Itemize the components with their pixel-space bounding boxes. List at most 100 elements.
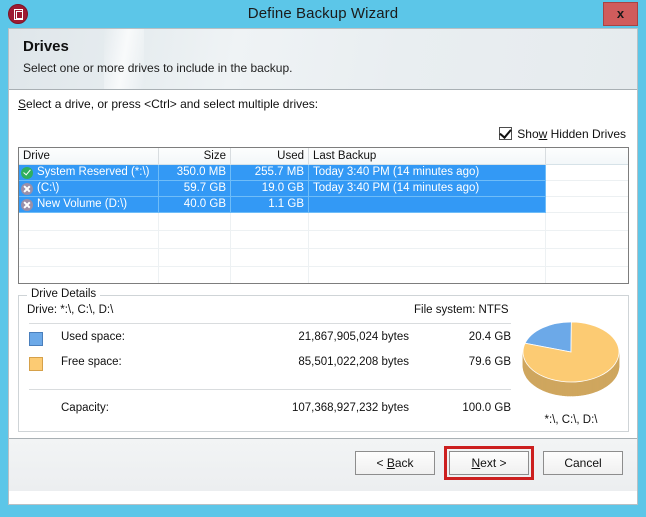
used-space-row: Used space: 21,867,905,024 bytes 20.4 GB [19,329,519,349]
drive-name-label: New Volume (D:\) [37,198,128,210]
cell-empty [159,267,231,283]
cell-empty [159,231,231,249]
window-title: Define Backup Wizard [247,5,399,22]
drive-name-label: (C:\) [37,182,60,194]
cell-empty [19,231,159,249]
table-row[interactable]: System Reserved (*:\) 350.0 MB 255.7 MB Tod… [19,165,628,181]
used-space-label: Used space: [61,331,125,343]
free-space-row: Free space: 85,501,022,208 bytes 79.6 GB [19,354,519,374]
cell-empty [546,213,628,231]
page-subtitle: Select one or more drives to include in … [23,61,293,75]
free-space-gb: 79.6 GB [468,356,511,368]
title-bar: Define Backup Wizard x [0,0,646,28]
cell-used: 255.7 MB [231,165,309,181]
cell-size: 350.0 MB [159,165,231,181]
instruction-accel: S [18,97,27,111]
column-header-last-backup[interactable]: Last Backup [309,148,546,164]
cell-empty [309,249,546,267]
drive-list-rows: System Reserved (*:\) 350.0 MB 255.7 MB Tod… [19,165,628,283]
table-row[interactable]: New Volume (D:\) 40.0 GB 1.1 GB [19,197,628,213]
column-header-spacer [546,148,628,164]
pie-chart-caption: *:\, C:\, D:\ [544,414,598,426]
capacity-label: Capacity: [61,402,109,414]
back-button[interactable]: < Back [355,451,435,475]
cell-empty [546,267,628,283]
cell-last-backup: Today 3:40 PM (14 minutes ago) [309,181,546,197]
check-circle-icon [21,166,33,179]
next-button[interactable]: Next > [449,451,529,475]
cell-used: 1.1 GB [231,197,309,213]
define-backup-wizard-window: Define Backup Wizard x Drives Select one… [0,0,646,517]
table-row-empty [19,231,628,249]
client-area: Drives Select one or more drives to incl… [8,28,638,505]
free-space-swatch-icon [29,357,43,371]
column-header-used[interactable]: Used [231,148,309,164]
table-row-empty [19,249,628,267]
drive-details-file-system: File system: NTFS [414,304,509,316]
cell-spacer [546,197,628,213]
details-divider-top [29,323,511,324]
cell-empty [231,249,309,267]
table-row[interactable]: (C:\) 59.7 GB 19.0 GB Today 3:40 PM (14 min… [19,181,628,197]
capacity-bytes: 107,368,927,232 bytes [291,402,409,414]
drive-details-legend: Drive Details [27,288,101,300]
instruction-text: Select a drive, or press <Ctrl> and sele… [18,97,318,111]
used-space-swatch-icon [29,332,43,346]
drive-list-header: Drive Size Used Last Backup [19,148,628,165]
checkmark-icon [499,126,512,139]
cell-spacer [546,165,628,181]
cell-last-backup [309,197,546,213]
cell-empty [546,249,628,267]
instruction-rest: elect a drive, or press <Ctrl> and selec… [26,97,319,111]
used-space-gb: 20.4 GB [468,331,511,343]
banner-sheen [104,29,144,89]
cross-circle-icon [21,198,33,211]
details-divider-bottom [29,389,511,390]
drive-list[interactable]: Drive Size Used Last Backup System Reser… [18,147,629,284]
cell-used: 19.0 GB [231,181,309,197]
close-button[interactable]: x [603,2,638,26]
show-hidden-drives-checkbox[interactable]: Show Hidden Drives [499,126,626,141]
cross-circle-icon [21,182,33,195]
free-space-label: Free space: [61,356,122,368]
cell-empty [309,267,546,283]
wizard-footer: < Back Next > Cancel [9,438,637,491]
cell-drive: New Volume (D:\) [19,197,159,213]
drive-name-label: System Reserved (*:\) [37,166,150,178]
cell-size: 59.7 GB [159,181,231,197]
cell-empty [159,213,231,231]
pie-chart-svg [522,321,620,397]
cell-drive: System Reserved (*:\) [19,165,159,181]
cell-empty [19,213,159,231]
checkbox-box[interactable] [499,126,513,140]
table-row-empty [19,267,628,283]
cell-spacer [546,181,628,197]
cell-last-backup: Today 3:40 PM (14 minutes ago) [309,165,546,181]
cell-empty [159,249,231,267]
show-hidden-drives-label: Show Hidden Drives [517,126,626,141]
free-space-bytes: 85,501,022,208 bytes [298,356,409,368]
column-header-drive[interactable]: Drive [19,148,159,164]
cell-empty [231,213,309,231]
drive-details-group: Drive Details Drive: *:\, C:\, D:\ File … [18,288,629,432]
cell-empty [231,267,309,283]
cell-size: 40.0 GB [159,197,231,213]
cell-empty [309,231,546,249]
cell-empty [19,267,159,283]
used-space-bytes: 21,867,905,024 bytes [298,331,409,343]
cell-empty [309,213,546,231]
table-row-empty [19,213,628,231]
page-title: Drives [23,38,69,55]
cell-empty [231,231,309,249]
cancel-button[interactable]: Cancel [543,451,623,475]
cell-empty [546,231,628,249]
column-header-size[interactable]: Size [159,148,231,164]
drive-details-drive-line: Drive: *:\, C:\, D:\ [27,304,114,316]
wizard-header-banner: Drives Select one or more drives to incl… [9,29,637,90]
cell-drive: (C:\) [19,181,159,197]
drive-usage-pie-chart: *:\, C:\, D:\ [517,310,625,428]
capacity-row: Capacity: 107,368,927,232 bytes 100.0 GB [19,400,519,420]
cell-empty [19,249,159,267]
capacity-gb: 100.0 GB [462,402,511,414]
wizard-body: Select a drive, or press <Ctrl> and sele… [9,91,637,491]
